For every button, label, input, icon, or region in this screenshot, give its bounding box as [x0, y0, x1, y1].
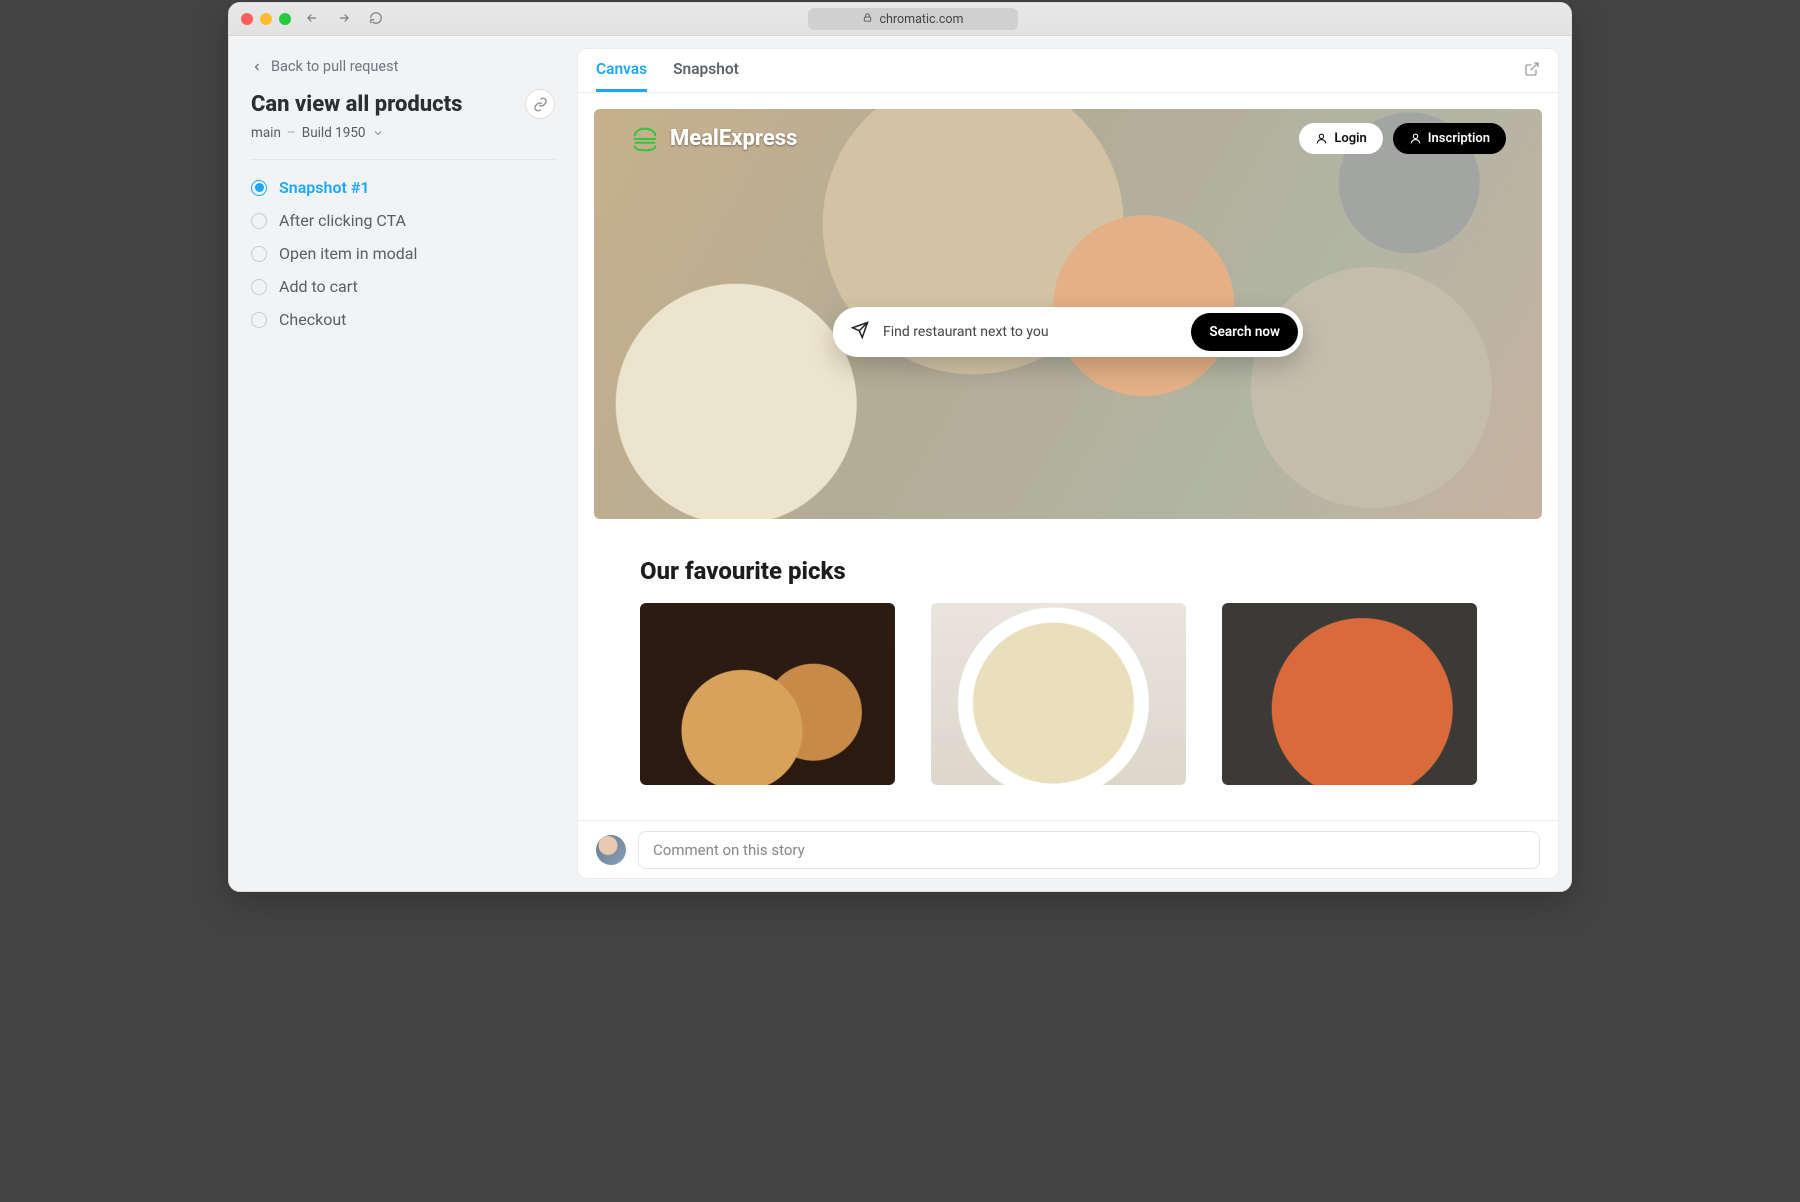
build-label: Build 1950 [302, 125, 366, 141]
page-title: Can view all products [251, 92, 462, 117]
tab-bar: Canvas Snapshot [578, 49, 1558, 93]
snapshot-item[interactable]: Checkout [251, 310, 555, 329]
user-icon [1409, 132, 1422, 145]
pick-card[interactable] [640, 603, 895, 785]
snapshot-item[interactable]: Add to cart [251, 277, 555, 296]
brand-logo[interactable]: MealExpress [630, 124, 797, 154]
picks-row [594, 603, 1542, 825]
snapshot-label: After clicking CTA [279, 211, 406, 230]
picks-heading: Our favourite picks [640, 557, 1542, 585]
url-host: chromatic.com [879, 12, 963, 27]
comment-bar: Comment on this story [578, 820, 1558, 878]
maximize-window-button[interactable] [279, 13, 291, 25]
search-now-button[interactable]: Search now [1191, 313, 1298, 351]
tab-snapshot[interactable]: Snapshot [673, 49, 739, 92]
tab-canvas[interactable]: Canvas [596, 49, 647, 92]
snapshot-list: Snapshot #1 After clicking CTA Open item… [251, 178, 555, 329]
nav-forward-button[interactable] [333, 10, 355, 29]
branch-name: main [251, 125, 281, 141]
snapshot-item[interactable]: After clicking CTA [251, 211, 555, 230]
pick-card[interactable] [1222, 603, 1477, 785]
radio-icon [251, 213, 267, 229]
back-to-pr-link[interactable]: Back to pull request [251, 58, 555, 75]
open-external-button[interactable] [1524, 61, 1540, 81]
snapshot-item[interactable]: Snapshot #1 [251, 178, 555, 197]
user-icon [1315, 132, 1328, 145]
main-panel: Canvas Snapshot [577, 48, 1559, 879]
search-bar[interactable]: Find restaurant next to you Search now [833, 307, 1303, 357]
browser-window: chromatic.com Back to pull request Can v… [228, 2, 1572, 892]
traffic-lights [241, 13, 291, 25]
snapshot-label: Add to cart [279, 277, 358, 296]
burger-icon [630, 124, 660, 154]
canvas-viewport[interactable]: MealExpress Login Inscription [578, 93, 1558, 878]
copy-link-button[interactable] [525, 89, 555, 119]
radio-icon [251, 246, 267, 262]
signup-button[interactable]: Inscription [1393, 123, 1506, 154]
reload-button[interactable] [365, 10, 387, 29]
location-arrow-icon [851, 321, 869, 343]
login-button[interactable]: Login [1299, 123, 1382, 154]
snapshot-label: Snapshot #1 [279, 178, 370, 197]
snapshot-item[interactable]: Open item in modal [251, 244, 555, 263]
minimize-window-button[interactable] [260, 13, 272, 25]
radio-icon [251, 180, 267, 196]
address-bar[interactable]: chromatic.com [808, 8, 1018, 30]
chevron-down-icon [372, 127, 384, 139]
nav-back-button[interactable] [301, 10, 323, 29]
lock-icon [862, 12, 873, 26]
close-window-button[interactable] [241, 13, 253, 25]
brand-name: MealExpress [670, 126, 797, 151]
hero-section: MealExpress Login Inscription [594, 109, 1542, 519]
radio-icon [251, 312, 267, 328]
browser-chrome: chromatic.com [229, 3, 1571, 36]
snapshot-label: Checkout [279, 310, 346, 329]
avatar[interactable] [596, 835, 626, 865]
radio-icon [251, 279, 267, 295]
sidebar: Back to pull request Can view all produc… [229, 36, 577, 891]
search-placeholder: Find restaurant next to you [883, 324, 1177, 340]
snapshot-label: Open item in modal [279, 244, 417, 263]
breadcrumb[interactable]: main – Build 1950 [251, 125, 555, 141]
comment-input[interactable]: Comment on this story [638, 831, 1540, 869]
pick-card[interactable] [931, 603, 1186, 785]
back-label: Back to pull request [271, 58, 398, 75]
